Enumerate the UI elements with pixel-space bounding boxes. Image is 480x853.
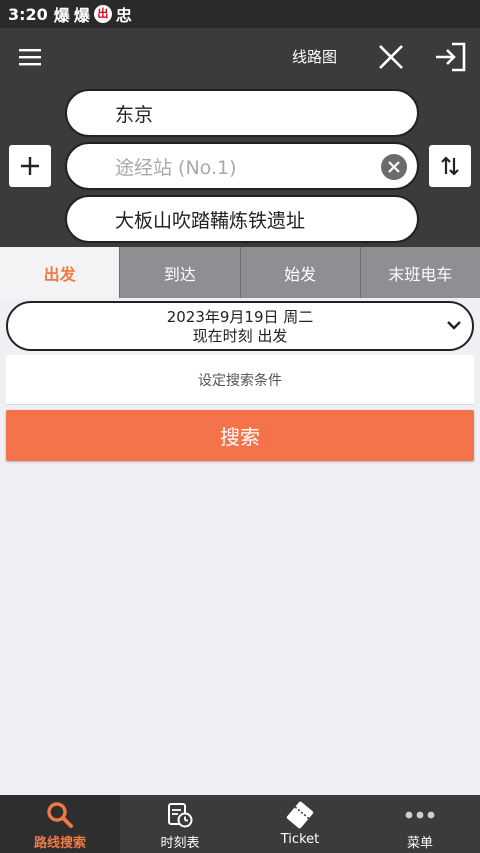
login-icon [436, 42, 466, 72]
swap-icon [441, 156, 459, 176]
nav-route-search-label: 路线搜索 [33, 836, 86, 851]
nav-ticket-label: Ticket [280, 832, 320, 847]
status-time: 3:20 [8, 4, 48, 24]
app-bar: 线路图 [0, 28, 480, 86]
search-icon [47, 802, 73, 828]
tab-last-train[interactable]: 末班电车 [359, 247, 480, 298]
departure-station-field[interactable]: 东京 [65, 89, 419, 137]
clear-via-button[interactable] [381, 154, 407, 180]
station-search-panel: 东京 途经站 (No.1) 大板山吹踏鞴炼铁遗址 [0, 86, 480, 247]
hamburger-icon [19, 49, 41, 66]
search-conditions-button[interactable]: 设定搜索条件 [6, 355, 474, 405]
clear-icon [388, 161, 400, 173]
nav-route-search[interactable]: 路线搜索 [0, 795, 120, 853]
status-bar: 3:20 爆 爆 出 忠 [0, 0, 480, 28]
tab-arrival[interactable]: 到达 [119, 247, 240, 298]
nav-menu-label: 菜单 [406, 836, 433, 851]
chevron-down-icon [447, 321, 461, 330]
close-icon [379, 45, 403, 69]
tab-departure[interactable]: 出发 [0, 247, 120, 298]
timetable-icon [168, 803, 193, 828]
datetime-selector[interactable]: 2023年9月19日 周二 现在时刻 出发 [6, 301, 474, 351]
status-notification-icon: 爆 [53, 6, 70, 25]
departure-station-value: 东京 [115, 103, 154, 126]
status-notification-icon: 爆 [73, 6, 90, 25]
status-notification-icon: 忠 [115, 6, 132, 25]
status-notification-icon: 出 [93, 5, 112, 23]
search-button[interactable]: 搜索 [6, 410, 474, 461]
nav-menu[interactable]: 菜单 [360, 795, 480, 853]
via-station-placeholder: 途经站 (No.1) [115, 156, 237, 179]
bottom-navigation: 路线搜索 时刻表 Ticket 菜单 [0, 795, 480, 853]
time-mode-value: 现在时刻 出发 [192, 327, 288, 345]
route-map-link[interactable]: 线路图 [292, 46, 337, 67]
arrival-station-value: 大板山吹踏鞴炼铁遗址 [115, 209, 306, 232]
nav-timetable[interactable]: 时刻表 [120, 795, 240, 853]
arrival-station-field[interactable]: 大板山吹踏鞴炼铁遗址 [65, 195, 419, 243]
login-button[interactable] [430, 38, 470, 76]
nav-ticket[interactable]: Ticket [240, 795, 360, 853]
add-via-button[interactable] [9, 145, 51, 187]
search-type-tabs: 出发 到达 始发 末班电车 [0, 247, 480, 298]
swap-stations-button[interactable] [429, 145, 471, 187]
tab-first-train[interactable]: 始发 [239, 247, 360, 298]
plus-icon [21, 157, 39, 175]
hamburger-menu-button[interactable] [12, 40, 48, 74]
via-station-field[interactable]: 途经站 (No.1) [65, 142, 419, 190]
ticket-icon [286, 801, 314, 829]
more-icon [405, 811, 435, 819]
nav-timetable-label: 时刻表 [160, 836, 200, 851]
close-button[interactable] [372, 38, 410, 76]
date-value: 2023年9月19日 周二 [166, 308, 314, 326]
